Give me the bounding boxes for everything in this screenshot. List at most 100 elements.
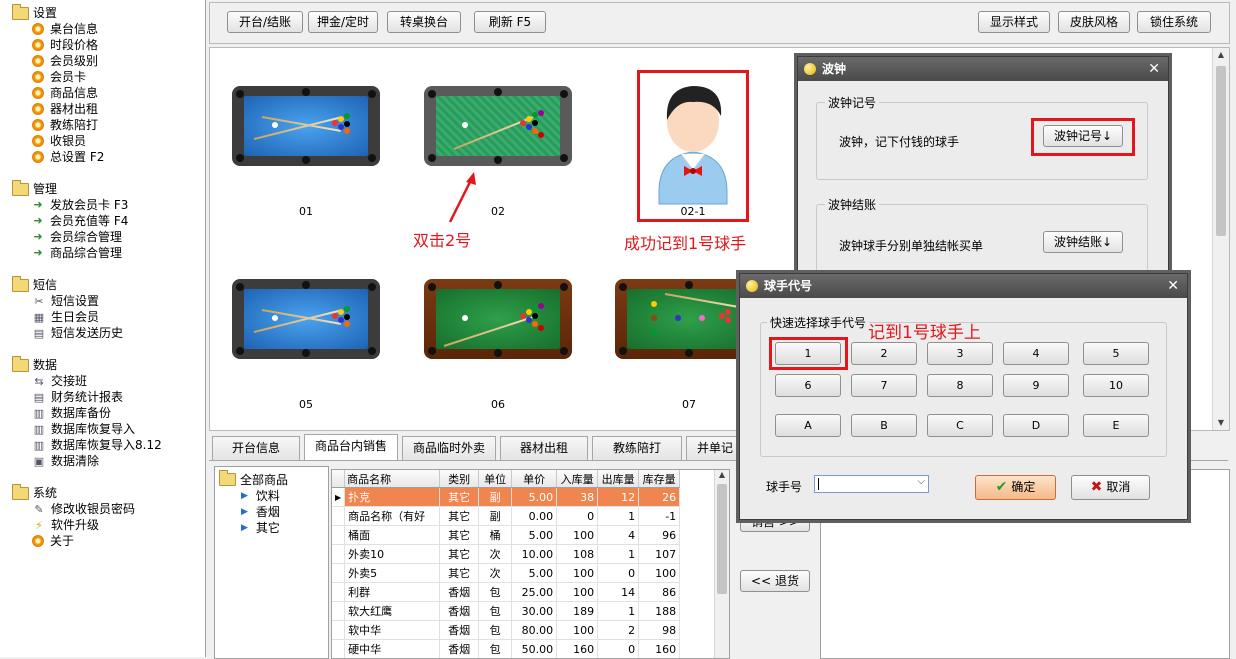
tree-item-db-restore[interactable]: ▥ 数据库恢复导入 [32,421,135,437]
tree-item-db-backup[interactable]: ▥ 数据库备份 [32,405,111,421]
tree-item-member-card[interactable]: 会员卡 [32,69,86,85]
column-header[interactable]: 商品名称 [344,470,441,488]
table-row[interactable]: 外卖10 其它次 10.00 108 1 107 [332,544,681,564]
tree-item-coach[interactable]: 教练陪打 [32,117,98,133]
category-other[interactable]: ▶ 其它 [241,519,280,536]
tree-item-sms-settings[interactable]: ✂ 短信设置 [32,293,99,309]
player-key-2[interactable]: 2 [851,342,917,365]
open-close-button[interactable]: 开台/结账 [227,11,303,33]
table-row[interactable]: 软大红鹰 香烟包 30.00 189 1 188 [332,601,681,621]
scroll-thumb[interactable] [1216,66,1226,236]
tree-item-cashier[interactable]: 收银员 [32,133,86,149]
row-indicator [332,601,346,621]
tree-item-finance-report[interactable]: ▤ 财务统计报表 [32,389,123,405]
tab-open-info[interactable]: 开台信息 [212,436,300,460]
player-key-c[interactable]: C [927,414,993,437]
tree-item-equipment-rental[interactable]: 器材出租 [32,101,98,117]
tree-group-manage[interactable]: 管理 [12,179,57,197]
tree-item-member-level[interactable]: 会员级别 [32,53,98,69]
player-key-9[interactable]: 9 [1003,374,1069,397]
table-row[interactable]: 软中华 香烟包 80.00 100 2 98 [332,620,681,640]
player-key-5[interactable]: 5 [1083,342,1149,365]
table-row[interactable]: 桶面 其它桶 5.00 100 4 96 [332,525,681,545]
tree-group-settings[interactable]: 设置 [12,3,57,21]
tree-item-upgrade[interactable]: ⚡ 软件升级 [32,517,99,533]
player-key-7[interactable]: 7 [851,374,917,397]
tab-coach[interactable]: 教练陪打 [592,436,682,460]
cancel-button[interactable]: ✖ 取消 [1071,475,1150,500]
close-icon[interactable]: ✕ [1148,57,1160,81]
player-key-3[interactable]: 3 [927,342,993,365]
category-drinks[interactable]: ▶ 饮料 [241,487,280,504]
chevron-down-icon[interactable]: ⌵ [917,476,925,487]
tree-item-member-recharge[interactable]: ➜ 会员充值等 F4 [32,213,128,229]
tree-item-change-password[interactable]: ✎ 修改收银员密码 [32,501,135,517]
category-cigarettes[interactable]: ▶ 香烟 [241,503,280,520]
table-cell: 其它 [439,563,480,583]
pool-table-06[interactable] [424,279,572,359]
column-header[interactable]: 单位 [478,470,513,488]
player-key-b[interactable]: B [851,414,917,437]
close-icon[interactable]: ✕ [1167,274,1179,298]
deposit-timer-button[interactable]: 押金/定时 [308,11,378,33]
pool-table-05[interactable] [232,279,380,359]
tree-item-goods-info[interactable]: 商品信息 [32,85,98,101]
refresh-button[interactable]: 刷新 F5 [474,11,546,33]
player-key-e[interactable]: E [1083,414,1149,437]
lock-system-button[interactable]: 锁住系统 [1137,11,1211,33]
player-key-d[interactable]: D [1003,414,1069,437]
tab-merge-bill[interactable]: 并单记 [686,436,744,460]
tab-equipment-rental[interactable]: 器材出租 [500,436,588,460]
table-row[interactable]: 硬中华 香烟包 50.00 160 0 160 [332,639,681,658]
column-header[interactable]: 类别 [439,470,480,488]
gear-icon [32,151,44,163]
tree-item-general-settings[interactable]: 总设置 F2 [32,149,104,165]
tree-group-system[interactable]: 系统 [12,483,57,501]
settle-button[interactable]: 波钟结账↓ [1043,231,1123,253]
scroll-up-icon[interactable]: ▲ [1213,48,1229,62]
scroll-down-icon[interactable]: ▼ [1213,416,1229,430]
column-header[interactable]: 单价 [511,470,558,488]
tree-item-db-restore-812[interactable]: ▥ 数据库恢复导入8.12 [32,437,162,453]
tree-item-birthday-members[interactable]: ▦ 生日会员 [32,309,99,325]
table-cell: 香烟 [439,620,480,640]
column-header[interactable]: 入库量 [556,470,599,488]
tree-item-issue-card[interactable]: ➜ 发放会员卡 F3 [32,197,128,213]
scroll-up-icon[interactable]: ▲ [715,470,729,479]
category-all[interactable]: 全部商品 [219,470,288,488]
return-button[interactable]: << 退货 [740,570,810,592]
tree-group-data[interactable]: 数据 [12,355,57,373]
tree-item-member-manage[interactable]: ➜ 会员综合管理 [32,229,122,245]
tree-item-goods-manage[interactable]: ➜ 商品综合管理 [32,245,122,261]
player-key-a[interactable]: A [775,414,841,437]
player-key-6[interactable]: 6 [775,374,841,397]
pool-table-02[interactable] [424,86,572,166]
tree-item-table-info[interactable]: 桌台信息 [32,21,98,37]
column-header[interactable]: 出库量 [597,470,640,488]
player-key-8[interactable]: 8 [927,374,993,397]
goods-table-scrollbar[interactable]: ▲ [714,470,729,658]
player-key-10[interactable]: 10 [1083,374,1149,397]
change-table-button[interactable]: 转桌换台 [387,11,461,33]
tree-item-about[interactable]: 关于 [32,533,74,549]
column-header[interactable]: 库存量 [638,470,681,488]
table-row[interactable]: 外卖5 其它次 5.00 100 0 100 [332,563,681,583]
player-key-4[interactable]: 4 [1003,342,1069,365]
scroll-thumb[interactable] [717,484,727,594]
table-row[interactable]: 商品名称（有好 其它副 0.00 0 1 -1 [332,506,681,526]
tree-item-shift-handover[interactable]: ⇆ 交接班 [32,373,87,389]
pool-table-01[interactable] [232,86,380,166]
skin-style-button[interactable]: 皮肤风格 [1058,11,1130,33]
tree-item-data-clear[interactable]: ▣ 数据清除 [32,453,99,469]
table-area-scrollbar[interactable]: ▲ ▼ [1212,48,1229,430]
tab-in-table-sales[interactable]: 商品台内销售 [304,434,398,460]
table-row[interactable]: ▶ 扑克 其它副 5.00 38 12 26 [332,487,681,507]
tree-item-sms-history[interactable]: ▤ 短信发送历史 [32,325,123,341]
ok-button[interactable]: ✔ 确定 [975,475,1056,500]
tab-temporary-takeout[interactable]: 商品临时外卖 [402,436,496,460]
table-row[interactable]: 利群 香烟包 25.00 100 14 86 [332,582,681,602]
display-style-button[interactable]: 显示样式 [978,11,1050,33]
player-number-combobox[interactable]: ⌵ [814,475,929,493]
tree-item-period-price[interactable]: 时段价格 [32,37,98,53]
tree-group-sms[interactable]: 短信 [12,275,57,293]
